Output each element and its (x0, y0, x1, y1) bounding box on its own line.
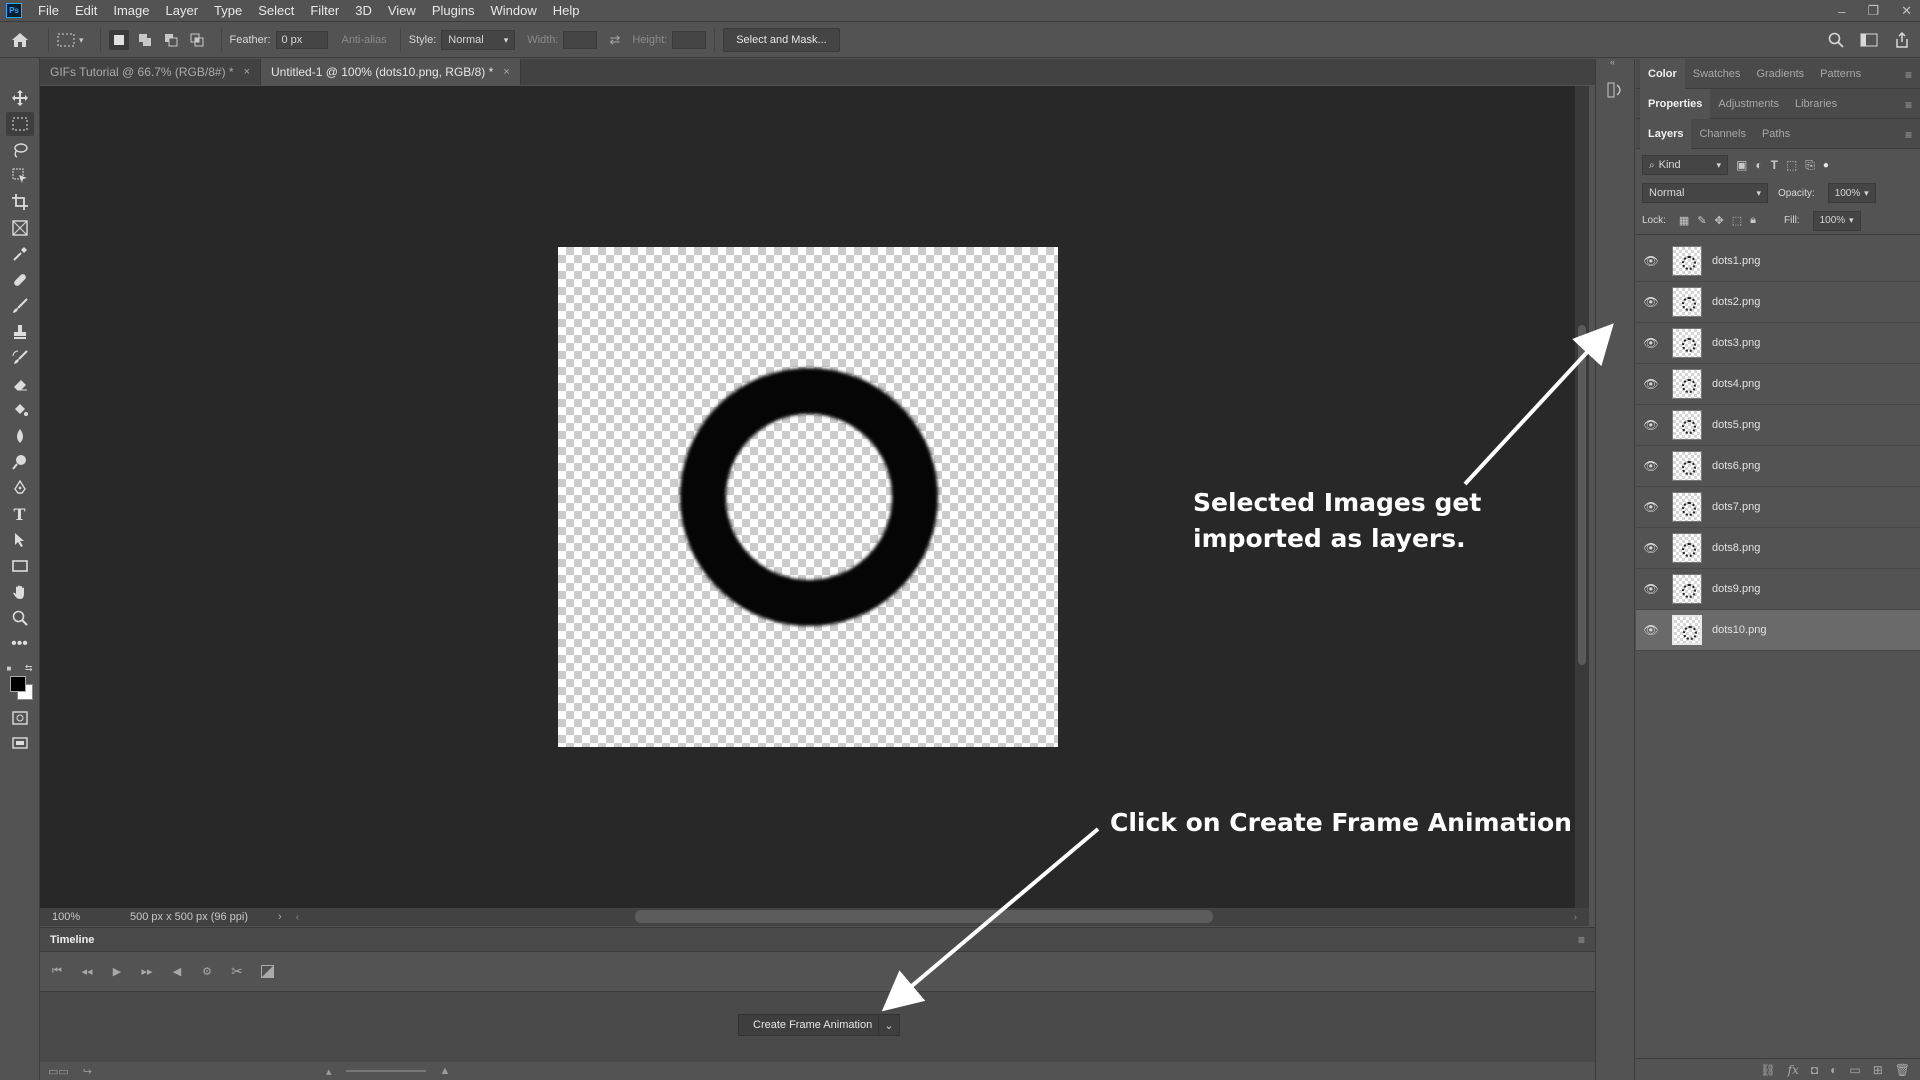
arrow-to-layers (1463, 323, 1614, 486)
arrow-to-create-frame-button (881, 827, 1100, 1012)
timeline-annotation: Click on Create Frame Animation (1110, 808, 1572, 837)
layers-annotation: Selected Images get imported as layers. (1193, 488, 1482, 553)
annotation-arrows (881, 323, 1614, 1012)
